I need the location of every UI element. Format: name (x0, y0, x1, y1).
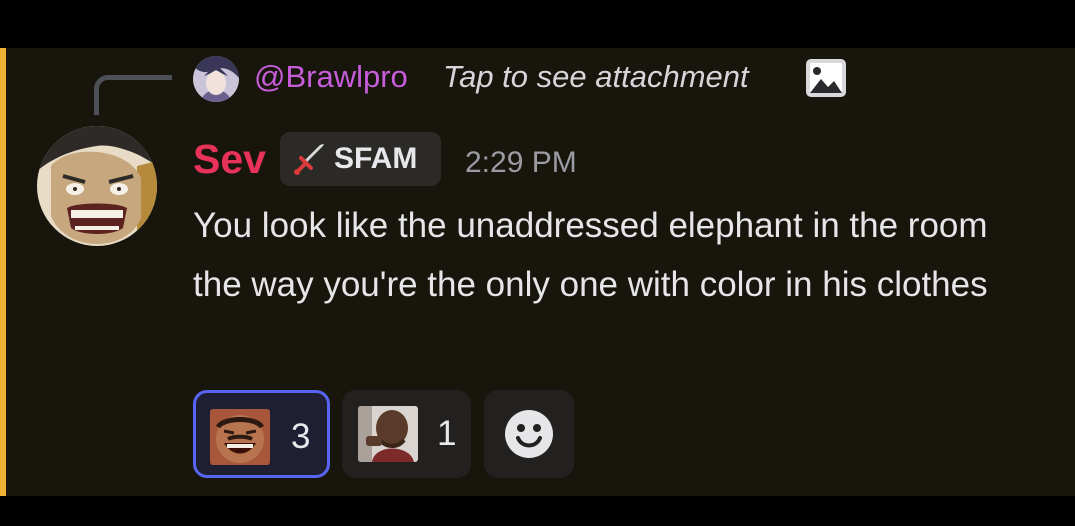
reply-author-avatar[interactable] (193, 56, 239, 102)
reaction-sad-man[interactable]: 1 (342, 390, 471, 478)
message-content: You look like the unaddressed elephant i… (193, 206, 988, 304)
message-timestamp: 2:29 PM (465, 146, 577, 179)
message-author-name[interactable]: Sev (193, 136, 266, 183)
mention-highlight-bar (0, 48, 6, 496)
reply-author-name[interactable]: @Brawlpro (254, 59, 408, 95)
author-avatar[interactable] (37, 126, 157, 246)
laughing-man-emoji-icon (210, 409, 270, 465)
image-icon (805, 58, 847, 98)
smiley-add-reaction-icon (504, 409, 554, 459)
sad-man-emoji-icon (358, 406, 418, 462)
role-tag[interactable]: SFAM (280, 132, 441, 186)
reaction-count: 1 (437, 414, 457, 453)
role-tag-label: SFAM (334, 142, 418, 175)
reaction-laughing-man[interactable]: 3 (193, 390, 330, 478)
reply-connector (94, 75, 172, 115)
add-reaction-button[interactable] (484, 390, 574, 478)
chat-message[interactable]: @Brawlpro Tap to see attachment Sev SFAM… (0, 48, 1075, 496)
reply-preview-text[interactable]: Tap to see attachment (443, 59, 749, 95)
reaction-count: 3 (291, 417, 311, 456)
sword-icon (293, 144, 325, 176)
